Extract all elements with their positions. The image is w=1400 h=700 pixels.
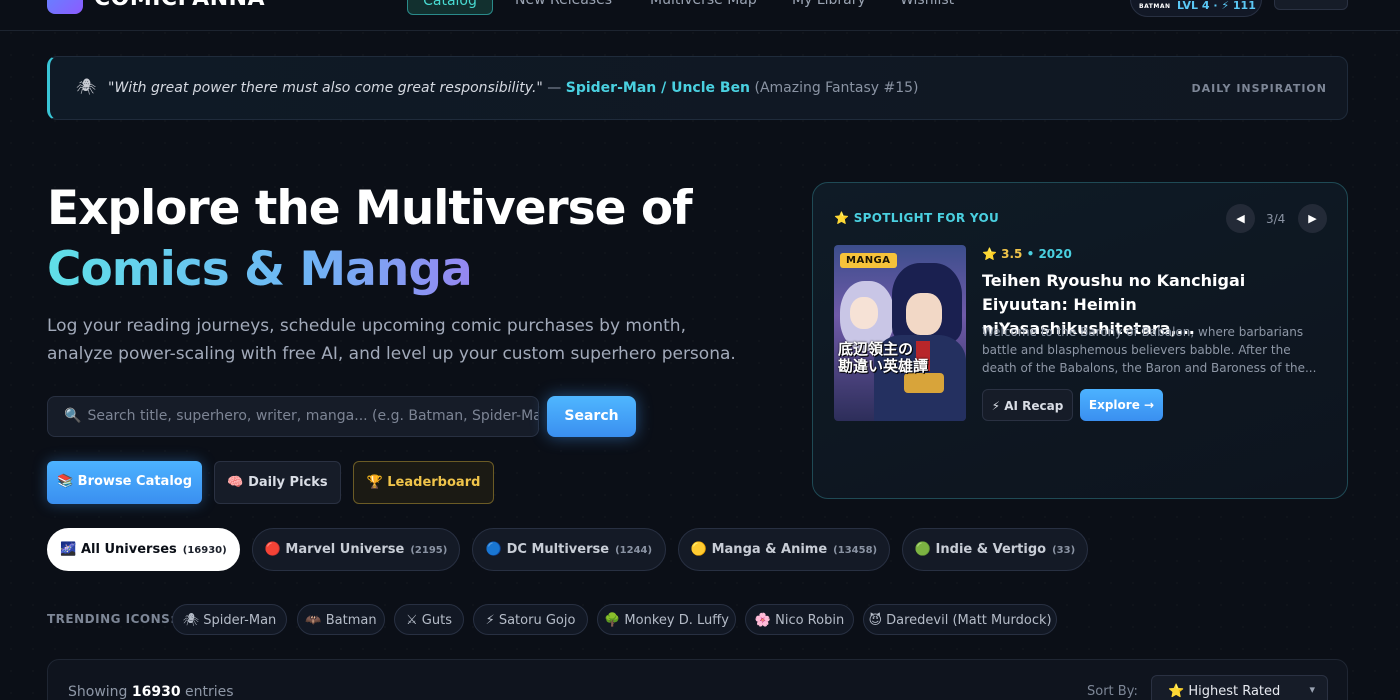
search-icon: 🔍 [64,408,82,424]
filter-count: (16930) [182,545,227,556]
chevron-down-icon: ▾ [1309,683,1315,696]
trending-chip-monkey-d-luffy[interactable]: 🌳 Monkey D. Luffy [597,604,736,635]
filter-dc-multiverse[interactable]: 🔵 DC Multiverse (1244) [472,528,666,571]
explore-button[interactable]: Explore → [1080,389,1163,421]
nav-catalog[interactable]: Catalog [407,0,493,15]
next-arrow-icon[interactable]: ▶ [1298,204,1327,233]
brand-name[interactable]: COMICPANNA [94,0,265,11]
filter-indie-vertigo[interactable]: 🟢 Indie & Vertigo (33) [902,528,1088,571]
quote-hero: Spider-Man / Uncle Ben [565,80,751,96]
manga-badge: MANGA [840,253,897,268]
filter-count: (33) [1052,545,1076,556]
nav-my-library[interactable]: My Library [792,0,866,8]
trending-chip-satoru-gojo[interactable]: ⚡ Satoru Gojo [473,604,588,635]
quote-source: (Amazing Fantasy #15) [750,80,919,96]
cover-emblem [904,373,944,393]
filter-count: (2195) [410,545,448,556]
spotlight-rating: ⭐ 3.5 [982,247,1023,261]
quote-text: "With great power there must also come g… [108,80,919,96]
sort-value: ⭐ Highest Rated [1168,684,1281,699]
cover-japanese-title: 底辺領主の 勘違い英雄譚 [838,340,929,375]
spider-icon: 🕷 [76,77,97,96]
daily-picks-button[interactable]: 🧠 Daily Picks [214,461,341,504]
showing-suffix: entries [180,684,234,700]
results-toolbar: Showing 16930 entries Sort By: ⭐ Highest… [47,659,1348,700]
search-input[interactable]: 🔍 Search title, superhero, writer, manga.… [47,396,539,437]
level-chip[interactable]: BATMAN LVL 4 · ⚡ 111 [1130,0,1262,17]
sort-select[interactable]: ⭐ Highest Rated ▾ [1151,675,1328,700]
spotlight-card: ⭐ SPOTLIGHT FOR YOU ◀ 3/4 ▶ 底辺領主の 勘違い英雄譚… [812,182,1348,499]
hero-title-line1: Explore the Multiverse of [47,181,693,236]
spotlight-label: ⭐ SPOTLIGHT FOR YOU [834,211,1000,225]
search-placeholder: Search title, superhero, writer, manga..… [87,408,539,424]
account-button[interactable] [1274,0,1348,10]
batman-badge-icon: BATMAN [1139,3,1171,10]
filter-label: 🟢 Indie & Vertigo [914,542,1047,557]
daily-inspiration-label: DAILY INSPIRATION [1191,82,1327,95]
manga-cover-image[interactable]: 底辺領主の 勘違い英雄譚 MANGA [834,245,966,421]
nav-new-releases[interactable]: New Releases [515,0,612,8]
filter-marvel-universe[interactable]: 🔴 Marvel Universe (2195) [252,528,460,571]
filter-count: (1244) [615,545,653,556]
trending-chip-nico-robin[interactable]: 🌸 Nico Robin [745,604,854,635]
sort-label: Sort By: [1087,684,1138,699]
spotlight-page-indicator: 3/4 [1266,212,1286,226]
hero-title: Explore the Multiverse of Comics & Manga [47,178,693,300]
spotlight-description: Welcome to the Barony of Babalon, where … [982,325,1317,375]
nav-multiverse-map[interactable]: Multiverse Map [650,0,757,8]
trending-chip-guts[interactable]: ⚔ Guts [394,604,464,635]
quote-dash: — [542,80,566,96]
filter-manga-anime[interactable]: 🟡 Manga & Anime (13458) [678,528,890,571]
filter-all-universes[interactable]: 🌌 All Universes (16930) [47,528,240,571]
filter-label: 🟡 Manga & Anime [690,542,828,557]
spotlight-meta: ⭐ 3.5 • 2020 [982,247,1072,261]
logo-icon[interactable] [47,0,83,14]
filter-label: 🔴 Marvel Universe [264,542,405,557]
results-count: Showing 16930 entries [68,684,234,700]
trending-chip-spider-man[interactable]: 🕷 Spider-Man [172,604,287,635]
leaderboard-button[interactable]: 🏆 Leaderboard [353,461,494,504]
prev-arrow-icon[interactable]: ◀ [1226,204,1255,233]
spotlight-year: 2020 [1038,247,1072,261]
hero-subtitle: Log your reading journeys, schedule upco… [47,316,736,364]
trending-chip-batman[interactable]: 🦇 Batman [297,604,385,635]
nav-wishlist[interactable]: Wishlist [900,0,954,8]
trending-chip-daredevil[interactable]: 😈 Daredevil (Matt Murdock) [863,604,1057,635]
filter-label: 🔵 DC Multiverse [485,542,610,557]
hero-title-line2: Comics & Manga [47,239,692,300]
cover-face-left [850,297,878,329]
quote-body: "With great power there must also come g… [108,80,543,96]
ai-recap-button[interactable]: ⚡ AI Recap [982,389,1073,421]
search-button[interactable]: Search [547,396,636,437]
trending-label: TRENDING ICONS: [47,612,176,626]
top-navigation: COMICPANNA Catalog New Releases Multiver… [0,0,1400,31]
showing-number: 16930 [131,684,181,700]
showing-prefix: Showing [68,684,132,700]
filter-label: 🌌 All Universes [60,542,177,557]
cover-face [906,293,942,335]
level-text: LVL 4 · ⚡ 111 [1177,0,1256,12]
daily-quote-banner: 🕷 "With great power there must also come… [47,56,1348,120]
browse-catalog-button[interactable]: 📚 Browse Catalog [47,461,202,504]
filter-count: (13458) [833,545,878,556]
